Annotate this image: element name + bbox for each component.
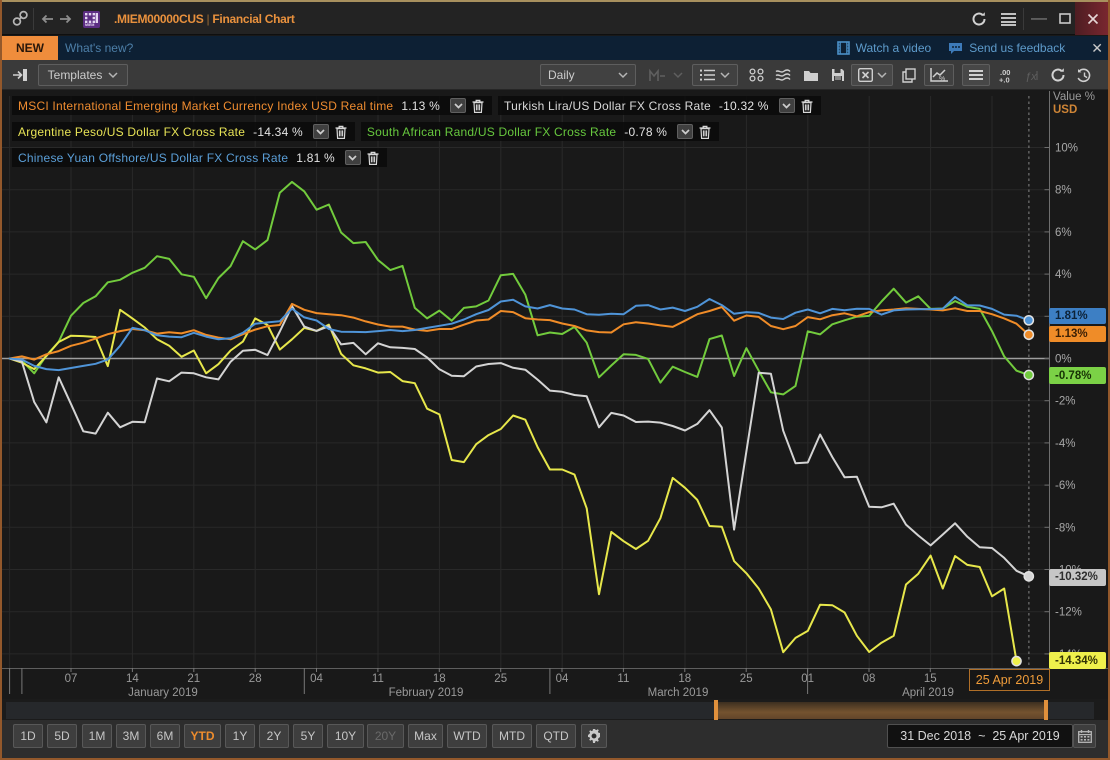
svg-text:%: % [939,76,945,83]
svg-text:4%: 4% [1055,269,1072,281]
svg-text:25: 25 [740,673,753,685]
svg-text:February 2019: February 2019 [389,687,464,699]
svg-text:10%: 10% [1055,143,1078,155]
svg-text:11: 11 [372,673,384,685]
svg-text:-2%: -2% [1055,396,1075,408]
svg-text:6%: 6% [1055,227,1072,239]
svg-text:April 2019: April 2019 [902,687,954,699]
svg-text:-8%: -8% [1055,522,1075,534]
svg-text:+.0: +.0 [999,75,1010,83]
svg-text:March 2019: March 2019 [648,687,709,699]
svg-text:25: 25 [494,673,507,685]
svg-text:0%: 0% [1055,354,1072,366]
svg-text:-4%: -4% [1055,438,1075,450]
svg-text:18: 18 [433,673,446,685]
svg-text:18: 18 [678,673,691,685]
svg-text:07: 07 [65,673,78,685]
svg-text:28: 28 [249,673,262,685]
svg-text:15: 15 [924,673,937,685]
svg-text:-12%: -12% [1055,607,1082,619]
svg-text:ƒx: ƒx [1025,71,1037,82]
svg-text:04: 04 [310,673,323,685]
svg-text:11: 11 [617,673,629,685]
svg-text:08: 08 [863,673,876,685]
svg-text:21: 21 [187,673,200,685]
svg-text:MIEM: MIEM [85,23,94,26]
svg-text:January 2019: January 2019 [128,687,198,699]
svg-text:14: 14 [126,673,139,685]
svg-text:8%: 8% [1055,185,1072,197]
svg-text:-6%: -6% [1055,480,1075,492]
svg-text:04: 04 [556,673,569,685]
